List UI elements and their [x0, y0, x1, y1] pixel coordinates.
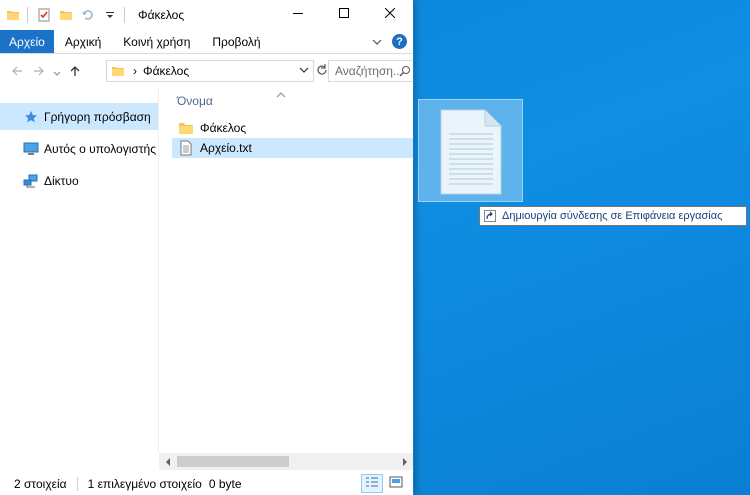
- arrow-right-icon: [33, 64, 45, 80]
- file-name: Αρχείο.txt: [200, 141, 252, 155]
- nav-item-label: Δίκτυο: [44, 173, 79, 188]
- tab-home[interactable]: Αρχική: [54, 30, 112, 53]
- title-separator: [124, 7, 125, 23]
- list-item-folder[interactable]: Φάκελος: [172, 118, 413, 138]
- search-input[interactable]: Αναζήτηση...: [328, 60, 413, 82]
- large-icons-view-button[interactable]: [385, 474, 407, 493]
- tab-share[interactable]: Κοινή χρήση: [112, 30, 201, 53]
- minimize-icon: [293, 7, 303, 21]
- tab-view[interactable]: Προβολή: [201, 30, 271, 53]
- pane-divider[interactable]: [158, 88, 159, 453]
- computer-icon: [22, 140, 40, 158]
- text-file-icon: [178, 140, 194, 156]
- arrow-left-icon: [11, 64, 23, 80]
- file-explorer-window: Φάκελος Αρχείο Αρχική Κοινή χρήση Προβολ…: [0, 0, 414, 495]
- window-controls: [275, 0, 413, 28]
- shortcut-arrow-icon: [484, 210, 496, 222]
- folder-icon: [4, 6, 22, 24]
- navigation-pane: Γρήγορη πρόσβαση Αυτός ο υπολογιστής Δίκ…: [0, 100, 158, 450]
- chevron-down-icon: [53, 64, 61, 80]
- file-list: Όνομα Φάκελος Αρχείο.txt: [172, 88, 413, 453]
- breadcrumb-folder[interactable]: Φάκελος: [143, 64, 189, 78]
- address-bar[interactable]: › Φάκελος: [106, 60, 314, 82]
- breadcrumb-separator: ›: [133, 64, 137, 78]
- network-icon: [22, 172, 40, 190]
- text-file-icon: [439, 108, 503, 196]
- scrollbar-thumb[interactable]: [177, 456, 289, 467]
- star-icon: [22, 108, 40, 126]
- list-item-text-file[interactable]: Αρχείο.txt: [172, 138, 413, 158]
- column-header-label: Όνομα: [177, 94, 213, 108]
- title-bar[interactable]: Φάκελος: [0, 0, 413, 30]
- file-name: Φάκελος: [200, 121, 247, 135]
- forward-button[interactable]: [28, 61, 50, 83]
- nav-item-label: Αυτός ο υπολογιστής: [44, 141, 156, 156]
- column-header-name[interactable]: Όνομα: [172, 88, 413, 114]
- toolbar-separator: [27, 7, 28, 23]
- status-size: 0 byte: [208, 476, 242, 491]
- nav-item-this-pc[interactable]: Αυτός ο υπολογιστής: [0, 135, 158, 162]
- status-selection: 1 επιλεγμένο στοιχείο: [87, 476, 202, 491]
- scroll-right-icon[interactable]: [396, 453, 413, 470]
- back-button[interactable]: [6, 61, 28, 83]
- dragged-file-preview: [418, 99, 523, 202]
- folder-icon: [111, 64, 125, 78]
- window-title: Φάκελος: [138, 8, 185, 22]
- details-view-button[interactable]: [361, 474, 383, 493]
- search-placeholder: Αναζήτηση...: [335, 64, 403, 78]
- nav-item-label: Γρήγορη πρόσβαση: [44, 109, 151, 124]
- undo-icon[interactable]: [79, 6, 97, 24]
- drag-tooltip-text: Δημιουργία σύνδεσης σε Επιφάνεια εργασία…: [502, 210, 723, 222]
- nav-item-network[interactable]: Δίκτυο: [0, 167, 158, 194]
- properties-icon[interactable]: [35, 6, 53, 24]
- recent-locations-button[interactable]: [50, 61, 64, 83]
- close-icon: [384, 7, 396, 21]
- status-item-count: 2 στοιχεία: [14, 476, 67, 491]
- drag-tooltip: Δημιουργία σύνδεσης σε Επιφάνεια εργασία…: [479, 206, 747, 226]
- arrow-up-icon: [69, 64, 81, 80]
- expand-ribbon-chevron-icon[interactable]: [372, 35, 382, 49]
- horizontal-scrollbar[interactable]: [159, 453, 413, 470]
- search-icon: [399, 65, 411, 77]
- details-view-icon: [365, 476, 379, 491]
- minimize-button[interactable]: [275, 0, 321, 28]
- status-separator: [76, 476, 78, 491]
- scroll-left-icon[interactable]: [159, 453, 176, 470]
- nav-item-quick-access[interactable]: Γρήγορη πρόσβαση: [0, 103, 158, 130]
- up-button[interactable]: [64, 61, 86, 83]
- ribbon-right-controls: ?: [372, 34, 407, 49]
- folder-icon: [178, 120, 194, 136]
- address-dropdown-icon[interactable]: [299, 65, 309, 75]
- dropdown-icon[interactable]: [101, 6, 119, 24]
- view-buttons: [361, 474, 407, 493]
- refresh-icon[interactable]: [316, 63, 328, 77]
- sort-ascending-icon: [276, 90, 286, 101]
- new-folder-icon[interactable]: [57, 6, 75, 24]
- ribbon-tabs: Αρχείο Αρχική Κοινή χρήση Προβολή ?: [0, 30, 413, 54]
- maximize-icon: [339, 7, 349, 21]
- large-icons-view-icon: [389, 476, 403, 491]
- tab-file[interactable]: Αρχείο: [0, 30, 54, 53]
- navigation-bar: › Φάκελος Αναζήτηση...: [0, 55, 413, 88]
- status-bar: 2 στοιχεία 1 επιλεγμένο στοιχείο 0 byte: [0, 472, 413, 495]
- maximize-button[interactable]: [321, 0, 367, 28]
- close-button[interactable]: [367, 0, 413, 28]
- help-button[interactable]: ?: [392, 34, 407, 49]
